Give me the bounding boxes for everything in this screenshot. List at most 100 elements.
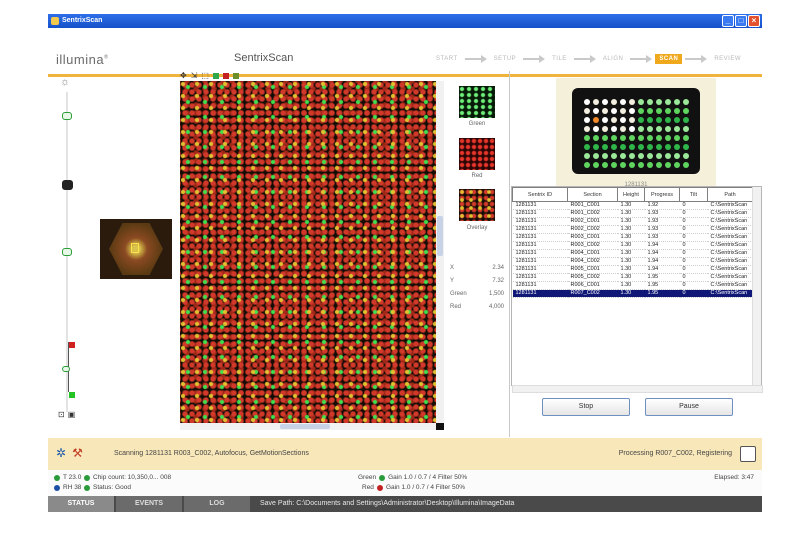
overlay-channel-toggle[interactable] — [232, 72, 239, 79]
plate-well[interactable] — [647, 126, 653, 132]
plate-well[interactable] — [593, 162, 599, 168]
plate-well[interactable] — [656, 135, 662, 141]
red-channel-thumbnail[interactable] — [459, 138, 495, 170]
plate-well[interactable] — [665, 126, 671, 132]
plate-well[interactable] — [665, 153, 671, 159]
plate-well[interactable] — [611, 162, 617, 168]
plate-well[interactable] — [620, 99, 626, 105]
plate-well[interactable] — [674, 144, 680, 150]
plate-well[interactable] — [647, 144, 653, 150]
plate-well[interactable] — [683, 144, 689, 150]
plate-well[interactable] — [593, 135, 599, 141]
plate-well[interactable] — [647, 117, 653, 123]
plate-well[interactable] — [638, 162, 644, 168]
image-vscroll-thumb[interactable] — [437, 216, 443, 256]
table-vertical-scrollbar[interactable] — [752, 187, 761, 385]
plate-well[interactable] — [647, 162, 653, 168]
close-button[interactable]: × — [748, 15, 760, 27]
plate-well[interactable] — [656, 153, 662, 159]
plate-well[interactable] — [656, 162, 662, 168]
plate-well[interactable] — [584, 108, 590, 114]
plate-well[interactable] — [593, 153, 599, 159]
plate-well[interactable] — [629, 117, 635, 123]
plate-well[interactable] — [683, 135, 689, 141]
plate-well[interactable] — [620, 144, 626, 150]
green-limit-marker[interactable] — [69, 392, 75, 398]
plate-well[interactable] — [656, 99, 662, 105]
plate-well[interactable] — [593, 117, 599, 123]
plate-well[interactable] — [665, 135, 671, 141]
column-header[interactable]: Path — [707, 187, 753, 202]
step-tile[interactable]: TILE — [548, 54, 571, 64]
plate-well[interactable] — [584, 153, 590, 159]
focus-slider-knob-current[interactable] — [62, 180, 73, 190]
plate-well[interactable] — [647, 99, 653, 105]
plate-well[interactable] — [620, 126, 626, 132]
plate-well[interactable] — [629, 144, 635, 150]
plate-well[interactable] — [683, 162, 689, 168]
plate-well[interactable] — [620, 162, 626, 168]
column-header[interactable]: Section — [567, 187, 618, 202]
plate-well[interactable] — [665, 117, 671, 123]
plate-well[interactable] — [656, 108, 662, 114]
plate-well[interactable] — [620, 153, 626, 159]
plate-well[interactable] — [638, 126, 644, 132]
focus-slider-knob-bottom[interactable] — [62, 248, 72, 256]
plate-well[interactable] — [602, 135, 608, 141]
plate-well[interactable] — [665, 162, 671, 168]
plate-well[interactable] — [638, 135, 644, 141]
pan-tool-icon[interactable]: ✥ — [180, 71, 187, 80]
plate-well[interactable] — [611, 135, 617, 141]
sun-icon[interactable]: ☼ — [59, 76, 71, 88]
table-row[interactable]: 1281131 R004_C002 1.30 1.94 0 C:\SentrixScan — [512, 257, 753, 266]
plate-well[interactable] — [629, 99, 635, 105]
plate-well[interactable] — [674, 153, 680, 159]
plate-well[interactable] — [584, 126, 590, 132]
gear-icon[interactable]: ✲ — [56, 446, 66, 460]
plate-well[interactable] — [638, 144, 644, 150]
plate-well[interactable] — [602, 99, 608, 105]
overlay-channel-thumbnail[interactable] — [459, 189, 495, 221]
plate-well[interactable] — [611, 153, 617, 159]
plate-well[interactable] — [674, 108, 680, 114]
plate-well[interactable] — [638, 117, 644, 123]
plate-well[interactable] — [647, 153, 653, 159]
tab-status[interactable]: STATUS — [48, 496, 114, 512]
green-limit-knob[interactable] — [62, 366, 70, 372]
table-row[interactable]: 1281131 R003_C002 1.30 1.94 0 C:\SentrixScan — [512, 241, 753, 250]
plate-well[interactable] — [647, 135, 653, 141]
plate-well[interactable] — [584, 99, 590, 105]
sample-plate[interactable] — [572, 88, 700, 174]
plate-well[interactable] — [611, 126, 617, 132]
pause-button[interactable]: Pause — [645, 398, 733, 416]
plate-well[interactable] — [674, 135, 680, 141]
maximize-button[interactable]: □ — [735, 15, 747, 27]
plate-well[interactable] — [656, 117, 662, 123]
table-row[interactable]: 1281131 R001_C002 1.30 1.93 0 C:\SentrixScan — [512, 209, 753, 218]
table-row[interactable]: 1281131 R005_C002 1.30 1.95 0 C:\SentrixScan — [512, 273, 753, 282]
plate-well[interactable] — [674, 162, 680, 168]
plate-well[interactable] — [611, 99, 617, 105]
step-scan[interactable]: SCAN — [655, 54, 683, 64]
plate-well[interactable] — [629, 126, 635, 132]
tab-log[interactable]: LOG — [184, 496, 250, 512]
red-channel-toggle[interactable] — [222, 72, 229, 79]
plate-well[interactable] — [593, 126, 599, 132]
plate-well[interactable] — [620, 108, 626, 114]
column-header[interactable]: Sentrix ID — [512, 187, 568, 202]
table-row[interactable]: 1281131 R002_C002 1.30 1.93 0 C:\SentrixScan — [512, 225, 753, 234]
stop-button[interactable]: Stop — [542, 398, 630, 416]
plate-well[interactable] — [683, 153, 689, 159]
zoom-fit-icon[interactable]: ⊡ — [58, 410, 65, 419]
plate-well[interactable] — [665, 144, 671, 150]
image-vertical-scrollbar[interactable] — [436, 81, 444, 423]
column-header[interactable]: Progress — [644, 187, 680, 202]
plate-well[interactable] — [656, 126, 662, 132]
zoom-tool-icon[interactable]: ⇲ — [191, 71, 198, 80]
plate-well[interactable] — [593, 108, 599, 114]
plate-well[interactable] — [674, 117, 680, 123]
plate-well[interactable] — [620, 117, 626, 123]
plate-well[interactable] — [611, 117, 617, 123]
plate-well[interactable] — [638, 99, 644, 105]
plate-well[interactable] — [602, 126, 608, 132]
